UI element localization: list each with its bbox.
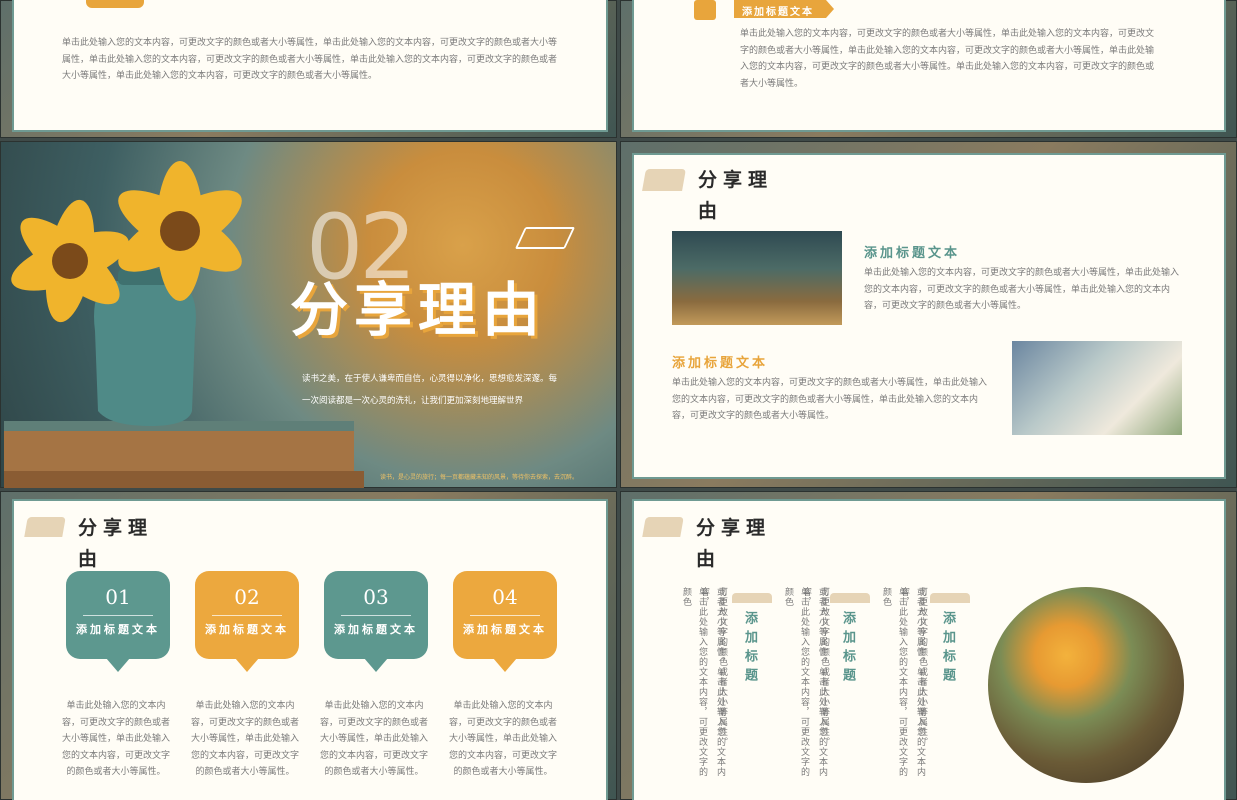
divider [470,615,540,616]
column-title: 添加标题 [742,611,757,687]
item2-title: 添加标题文本 [672,356,769,371]
item-box-4: 04 添加标题文本 [453,571,557,659]
open-book-icon [24,517,66,537]
column-text: 可更改文字的颜色或者大小等属性。 [819,587,829,747]
title-tag: 添加标题文本 [734,0,834,18]
window-book-photo [1012,341,1182,435]
item-box-2: 02 添加标题文本 [195,571,299,659]
box-pointer [235,658,259,672]
item-number: 02 [234,585,260,609]
item1-body: 单击此处输入您的文本内容，可更改文字的颜色或者大小等属性，单击此处输入您的文本内… [864,268,1180,311]
flower-vase-circle-photo [988,587,1184,783]
item-box-3: 03 添加标题文本 [324,571,428,659]
slide-card: 分享理由 01 添加标题文本 02 添加标题文本 03 添加标题文本 04 添加… [12,499,608,800]
document-icon [694,0,716,20]
slide-card: 分享理由 添加标题文本 单击此处输入您的文本内容，可更改文字的颜色或者大小等属性… [632,153,1226,479]
box-pointer [106,658,130,672]
item-number: 04 [492,585,518,609]
slide-heading: 分享理由 [78,517,154,570]
title-tag-label: 添加标题文本 [742,7,814,18]
item-title: 添加标题文本 [76,623,160,636]
open-book-icon [732,593,772,603]
subtitle-line-2: 一次阅读都是一次心灵的洗礼，让我们更加深刻地理解世界 [302,396,524,406]
body-text: 单击此处输入您的文本内容，可更改文字的颜色或者大小等属性，单击此处输入您的文本内… [740,29,1155,89]
slide-heading: 分享理由 [698,169,774,222]
item-desc-4: 单击此处输入您的文本内容，可更改文字的颜色或者大小等属性，单击此处输入您的文本内… [448,701,557,777]
open-book-icon [642,517,684,537]
slide-heading: 分享理由 [696,517,772,570]
item-number: 03 [363,585,389,609]
column-text: 可更改文字的颜色或者大小等属性。 [917,587,927,747]
subtitle-line-1: 读书之美，在于使人谦卑而自信，心灵得以净化，思想愈发深邃。每 [302,374,558,384]
box-pointer [364,658,388,672]
slide-title: 分享理由 [290,276,547,344]
item-title: 添加标题文本 [205,623,289,636]
slide-card: 单击此处输入您的文本内容，可更改文字的颜色或者大小等属性，单击此处输入您的文本内… [12,0,608,132]
slide-thumbnail-2[interactable]: 添加标题文本 单击此处输入您的文本内容，可更改文字的颜色或者大小等属性，单击此处… [620,0,1237,138]
slide-thumbnail-6[interactable]: 分享理由 单击此处输入您的文本内容，可更改文字的颜色 或者大小等属性，单击此处输… [620,491,1237,800]
item1-title: 添加标题文本 [864,246,961,261]
slide-thumbnail-3[interactable]: 02 分享理由 读书之美，在于使人谦卑而自信，心灵得以净化，思想愈发深邃。每 一… [0,141,617,488]
item-desc-1: 单击此处输入您的文本内容，可更改文字的颜色或者大小等属性，单击此处输入您的文本内… [61,701,170,777]
footer-quote: 读书，是心灵的旅行；每一页都蕴藏未知的风景，等待你去探索，去沉醉。 [380,474,579,481]
slide-thumbnail-1[interactable]: 单击此处输入您的文本内容，可更改文字的颜色或者大小等属性，单击此处输入您的文本内… [0,0,617,138]
slide-card: 分享理由 单击此处输入您的文本内容，可更改文字的颜色 或者大小等属性，单击此处输… [632,499,1226,800]
box-pointer [493,658,517,672]
item2-body: 单击此处输入您的文本内容，可更改文字的颜色或者大小等属性，单击此处输入您的文本内… [672,378,988,421]
column-text: 可更改文字的颜色或者大小等属性。 [717,587,727,747]
open-book-icon [830,593,870,603]
item-box-1: 01 添加标题文本 [66,571,170,659]
item-title: 添加标题文本 [334,623,418,636]
item-number: 01 [105,585,131,609]
open-book-icon [642,169,686,191]
slide-card: 添加标题文本 单击此处输入您的文本内容，可更改文字的颜色或者大小等属性，单击此处… [632,0,1226,132]
paper-plane-icon [514,227,576,249]
bookshelf-photo [672,231,842,325]
column-title: 添加标题 [940,611,955,687]
item-desc-2: 单击此处输入您的文本内容，可更改文字的颜色或者大小等属性，单击此处输入您的文本内… [190,701,299,777]
slide-thumbnail-4[interactable]: 分享理由 01 添加标题文本 02 添加标题文本 03 添加标题文本 04 添加… [0,491,617,800]
divider [212,615,282,616]
slide-thumbnail-5[interactable]: 分享理由 添加标题文本 单击此处输入您的文本内容，可更改文字的颜色或者大小等属性… [620,141,1237,488]
book-icon [86,0,144,8]
divider [83,615,153,616]
body-text: 单击此处输入您的文本内容，可更改文字的颜色或者大小等属性，单击此处输入您的文本内… [62,38,558,81]
divider [341,615,411,616]
column-title: 添加标题 [840,611,855,687]
item-desc-3: 单击此处输入您的文本内容，可更改文字的颜色或者大小等属性，单击此处输入您的文本内… [319,701,428,777]
item-title: 添加标题文本 [463,623,547,636]
open-book-icon [930,593,970,603]
